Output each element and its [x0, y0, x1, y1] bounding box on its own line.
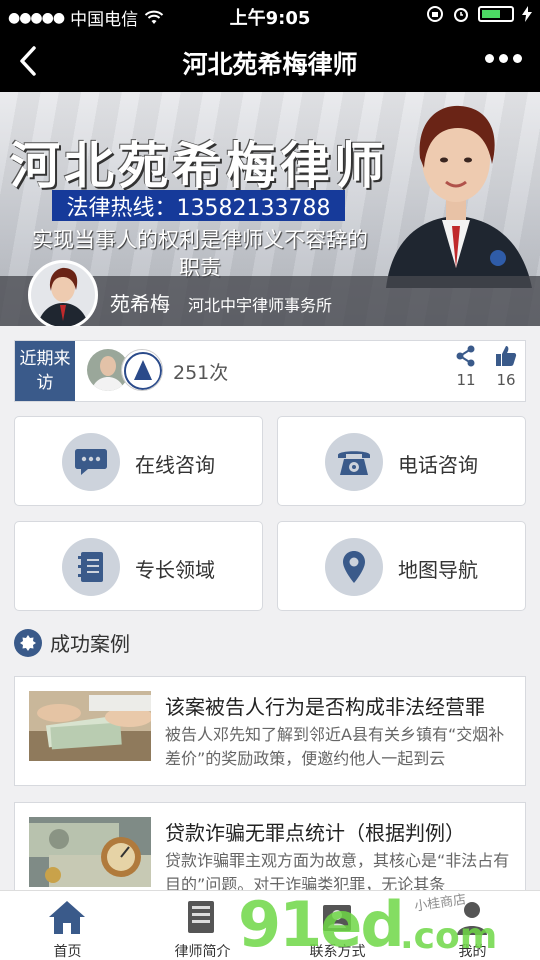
case-title: 该案被告人行为是否构成非法经营罪 — [165, 695, 485, 719]
case-card[interactable]: 该案被告人行为是否构成非法经营罪 被告人邓先知了解到邻近A县有关乡镇有“交烟补差… — [14, 676, 526, 786]
recent-visits-tag: 近期来访 — [15, 341, 75, 401]
specialty-button[interactable]: 专长领域 — [14, 521, 263, 611]
profile-icon — [188, 901, 214, 933]
nav-bar: 河北苑希梅律师 — [0, 30, 540, 92]
alarm-icon — [454, 8, 468, 22]
banner-headline: 河北苑希梅律师 — [10, 136, 388, 195]
badge-icon — [14, 628, 42, 657]
avatar[interactable] — [28, 260, 98, 326]
avatar-photo — [31, 263, 95, 326]
case-thumbnail — [29, 691, 151, 761]
rotation-lock-icon — [427, 6, 443, 22]
success-cases-header: 成功案例 — [14, 628, 130, 657]
map-pin-icon — [325, 538, 383, 596]
chat-icon — [62, 433, 120, 491]
case-title: 贷款诈骗无罪点统计（根据判例） — [165, 821, 465, 845]
share-count: 11 — [456, 371, 476, 389]
case-description: 被告人邓先知了解到邻近A县有关乡镇有“交烟补差价”的奖励政策，便邀约他人一起到云 — [165, 725, 505, 768]
hotline-label: 法律热线：13582133788 — [52, 190, 345, 221]
like-stat[interactable]: 16 — [491, 345, 521, 389]
tab-label: 首页 — [53, 944, 82, 960]
map-navigation-button[interactable]: 地图导航 — [277, 521, 526, 611]
lawyer-name: 苑希梅 — [110, 292, 170, 316]
law-firm-name: 河北中宇律师事务所 — [188, 296, 333, 315]
battery-icon — [478, 6, 514, 22]
like-count: 16 — [496, 371, 516, 389]
profile-banner: 河北苑希梅律师 法律热线：13582133788 实现当事人的权利是律师义不容辞… — [0, 92, 540, 326]
visit-count: 251次 — [173, 362, 229, 384]
feature-label: 电话咨询 — [398, 453, 478, 477]
phone-icon — [325, 433, 383, 491]
feature-label: 地图导航 — [398, 558, 478, 582]
feature-label: 专长领域 — [135, 558, 215, 582]
status-right — [426, 5, 532, 23]
notebook-icon — [62, 538, 120, 596]
watermark-suffix: .com — [400, 916, 498, 957]
phone-consult-button[interactable]: 电话咨询 — [277, 416, 526, 506]
status-bar: ●●●●● 中国电信 上午9:05 — [0, 0, 540, 30]
recent-visits-bar: 近期来访 251次 11 16 — [14, 340, 526, 402]
tab-home[interactable]: 首页 — [0, 891, 135, 960]
section-title: 成功案例 — [50, 632, 130, 656]
more-options-icon[interactable] — [485, 54, 522, 63]
page-title: 河北苑希梅律师 — [182, 50, 358, 79]
charging-icon — [522, 6, 532, 22]
feature-label: 在线咨询 — [135, 453, 215, 477]
visitor-avatar[interactable] — [121, 349, 163, 391]
watermark-logo: 91ed — [238, 888, 405, 960]
share-icon — [456, 345, 475, 367]
case-card[interactable]: 贷款诈骗无罪点统计（根据判例） 贷款诈骗罪主观方面为故意，其核心是“非法占有目的… — [14, 802, 526, 902]
home-icon — [49, 901, 85, 934]
lawyer-portrait — [386, 105, 532, 288]
online-consult-button[interactable]: 在线咨询 — [14, 416, 263, 506]
visitor-logo — [122, 350, 162, 390]
thumbs-up-icon — [496, 346, 517, 366]
case-thumbnail — [29, 817, 151, 887]
share-stat[interactable]: 11 — [451, 345, 481, 389]
